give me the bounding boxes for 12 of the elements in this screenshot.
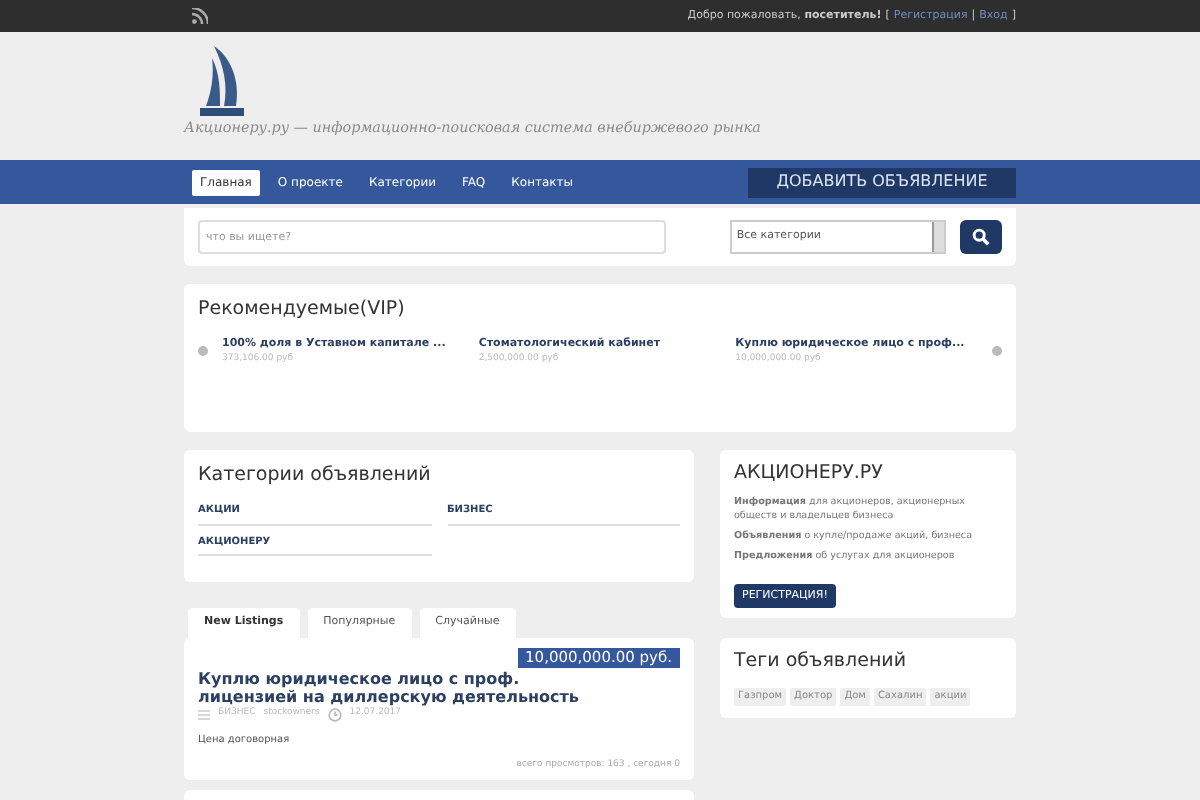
section-title: Рекомендуемые(VIP) <box>198 296 407 324</box>
sailboat-logo[interactable] <box>200 46 244 119</box>
section-title: Категории объявлений <box>198 462 433 490</box>
search-button[interactable] <box>960 220 1002 254</box>
rss-icon[interactable] <box>192 8 208 24</box>
search-icon <box>972 228 991 246</box>
list-icon <box>198 710 210 720</box>
section-title: Теги объявлений <box>734 648 909 677</box>
add-listing-button[interactable]: ДОБАВИТЬ ОБЪЯВЛЕНИЕ <box>748 167 1016 197</box>
clock-icon <box>327 708 342 722</box>
listing-title[interactable]: Куплю юридическое лицо с проф. лицензией на диллерскую деятельность <box>198 670 598 706</box>
section-title: АКЦИОНЕРУ.РУ <box>734 460 885 488</box>
